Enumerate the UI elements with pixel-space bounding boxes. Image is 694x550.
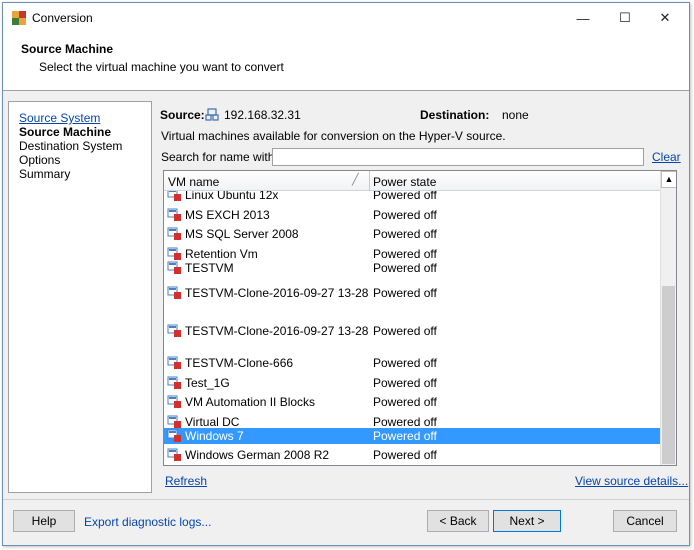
vm-name-cell: Windows German 2008 R2 [185, 448, 330, 462]
sidebar-item-destination-system: Destination System [19, 139, 123, 153]
network-computer-icon [205, 108, 219, 121]
vm-name-cell: Windows 7 [185, 429, 244, 443]
wizard-steps-sidebar: Source System Source Machine Destination… [8, 101, 152, 493]
power-state-cell: Powered off [373, 376, 437, 390]
title-bar[interactable]: Conversion — ☐ ✕ [3, 3, 689, 33]
vm-powered-off-icon [167, 376, 181, 389]
vm-powered-off-icon [167, 227, 181, 240]
power-state-cell: Powered off [373, 247, 437, 261]
power-state-cell: Powered off [373, 415, 437, 429]
vm-name-cell: Linux Ubuntu 12x [185, 191, 279, 202]
vm-powered-off-icon [167, 415, 181, 428]
power-state-cell: Powered off [373, 448, 437, 462]
scroll-up-arrow-icon[interactable]: ▲ [661, 171, 676, 188]
vm-name-cell: MS EXCH 2013 [185, 208, 270, 222]
back-button[interactable]: < Back [427, 510, 489, 532]
vm-name-cell: TESTVM-Clone-2016-09-27 13-28 [185, 324, 369, 338]
power-state-cell: Powered off [373, 227, 437, 241]
table-row[interactable]: TESTVM-Clone-666 Powered off [164, 355, 660, 371]
window-title: Conversion [32, 11, 93, 25]
page-title: Source Machine [21, 42, 114, 56]
power-state-cell: Powered off [373, 191, 437, 202]
table-row[interactable]: MS EXCH 2013 Powered off [164, 207, 660, 223]
close-button[interactable]: ✕ [651, 7, 679, 29]
sidebar-item-source-machine: Source Machine [19, 125, 112, 139]
vm-name-cell: TESTVM-Clone-666 [185, 356, 294, 370]
footer-divider [3, 499, 689, 500]
power-state-cell: Powered off [373, 324, 437, 338]
destination-label: Destination: [420, 108, 490, 122]
vm-name-cell: TESTVM-Clone-2016-09-27 13-28 [185, 286, 369, 300]
vm-name-cell: MS SQL Server 2008 [185, 227, 299, 241]
table-row[interactable]: Linux Ubuntu 12x Powered off [164, 191, 660, 203]
clear-link[interactable]: Clear [652, 150, 681, 164]
search-label: Search for name with: [161, 150, 278, 164]
maximize-button[interactable]: ☐ [611, 7, 639, 29]
table-row[interactable]: Test_1G Powered off [164, 375, 660, 391]
vm-powered-off-icon [167, 286, 181, 299]
vm-name-cell: Retention Vm [185, 247, 258, 261]
column-header-power-state[interactable]: Power state [373, 175, 436, 189]
vm-name-cell: Virtual DC [185, 415, 240, 429]
wizard-header: Source Machine Select the virtual machin… [3, 33, 689, 91]
vm-powered-off-icon [167, 324, 181, 337]
scrollbar-thumb[interactable] [662, 286, 675, 464]
cancel-button[interactable]: Cancel [613, 510, 677, 532]
refresh-link[interactable]: Refresh [165, 474, 207, 488]
export-diagnostic-logs-link[interactable]: Export diagnostic logs... [84, 515, 211, 529]
vm-powered-off-icon [167, 247, 181, 260]
vm-name-cell: VM Automation II Blocks [185, 395, 316, 409]
power-state-cell: Powered off [373, 261, 437, 275]
column-header-vm-name[interactable]: VM name [168, 175, 219, 189]
table-row[interactable]: TESTVM-Clone-2016-09-27 13-28 Powered off [164, 323, 660, 339]
table-row[interactable]: TESTVM-Clone-2016-09-27 13-28 Powered off [164, 285, 660, 301]
next-button[interactable]: Next > [493, 510, 561, 532]
converter-app-icon [12, 11, 26, 25]
power-state-cell: Powered off [373, 286, 437, 300]
power-state-cell: Powered off [373, 208, 437, 222]
vm-list-scrollbar[interactable]: ▲ [660, 171, 676, 465]
power-state-cell: Powered off [373, 395, 437, 409]
sort-indicator-icon: ╱ [352, 174, 359, 186]
vm-powered-off-icon [167, 191, 181, 201]
destination-value: none [502, 108, 529, 122]
sidebar-item-source-system[interactable]: Source System [19, 111, 100, 125]
table-row[interactable]: Windows 7 Powered off [164, 428, 660, 444]
column-divider[interactable] [369, 171, 370, 191]
vm-powered-off-icon [167, 356, 181, 369]
power-state-cell: Powered off [373, 356, 437, 370]
view-source-details-link[interactable]: View source details... [575, 474, 688, 488]
source-label: Source: [160, 108, 205, 122]
power-state-cell: Powered off [373, 429, 437, 443]
conversion-window: Conversion — ☐ ✕ Source Machine Select t… [2, 2, 690, 546]
vm-list[interactable]: VM name ╱ Power state Linux Ubuntu 12x Po… [163, 170, 677, 466]
vm-powered-off-icon [167, 395, 181, 408]
page-subtitle: Select the virtual machine you want to c… [39, 60, 284, 74]
sidebar-item-options: Options [19, 153, 61, 167]
table-row[interactable]: Windows German 2008 R2 Powered off [164, 447, 660, 463]
vm-powered-off-icon [167, 208, 181, 221]
vm-powered-off-icon [167, 429, 181, 442]
table-row[interactable]: MS SQL Server 2008 Powered off [164, 226, 660, 242]
vm-name-cell: Test_1G [185, 376, 230, 390]
vm-name-cell: TESTVM [185, 261, 234, 275]
source-value: 192.168.32.31 [224, 108, 301, 122]
search-input[interactable] [272, 148, 644, 166]
table-row[interactable]: TESTVM Powered off [164, 260, 660, 276]
vm-list-description: Virtual machines available for conversio… [161, 129, 506, 143]
vm-list-header: VM name ╱ Power state [164, 171, 660, 191]
source-destination-row: Source: 192.168.32.31 Destination: none [160, 107, 680, 125]
vm-list-rows: Linux Ubuntu 12x Powered off MS EXCH 2013 P… [164, 191, 660, 465]
sidebar-item-summary: Summary [19, 167, 71, 181]
vm-powered-off-icon [167, 448, 181, 461]
table-row[interactable]: VM Automation II Blocks Powered off [164, 394, 660, 410]
vm-powered-off-icon [167, 261, 181, 274]
minimize-button[interactable]: — [569, 7, 597, 29]
help-button[interactable]: Help [13, 510, 75, 532]
